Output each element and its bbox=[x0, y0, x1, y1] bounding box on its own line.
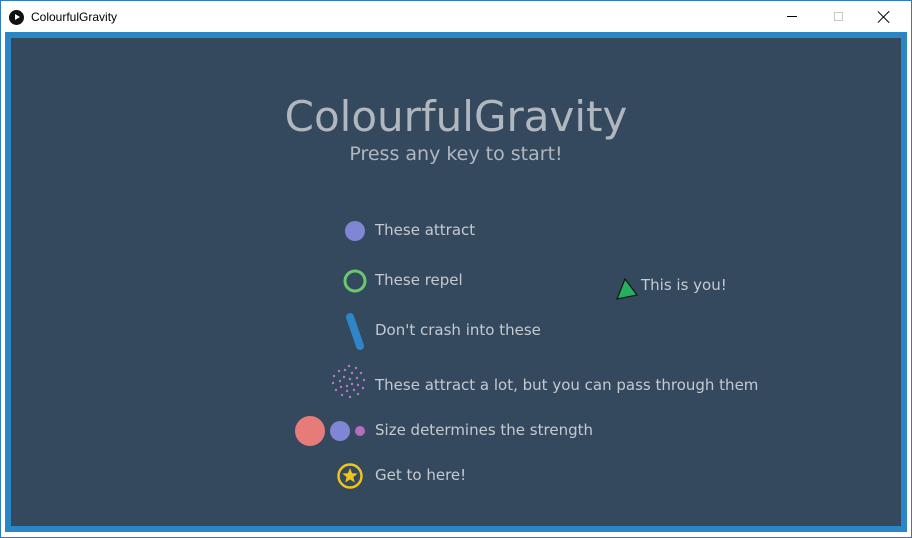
legend-label-vortex: These attract a lot, but you can pass th… bbox=[375, 376, 759, 394]
legend-label-repel: These repel bbox=[375, 271, 463, 289]
size-circles-icon bbox=[295, 416, 365, 446]
medium-circle-icon bbox=[330, 421, 350, 441]
player-label: This is you! bbox=[641, 276, 727, 294]
small-circle-icon bbox=[355, 426, 365, 436]
player-ship-icon bbox=[616, 277, 639, 300]
wall-icon bbox=[346, 313, 364, 350]
legend-label-size: Size determines the strength bbox=[375, 421, 593, 439]
star-goal-icon bbox=[337, 463, 363, 489]
vortex-icon bbox=[331, 364, 366, 399]
attractor-icon bbox=[345, 221, 365, 241]
large-circle-icon bbox=[295, 416, 325, 446]
legend-icons bbox=[295, 221, 639, 489]
legend-label-goal: Get to here! bbox=[375, 466, 467, 484]
legend-label-wall: Don't crash into these bbox=[375, 321, 541, 339]
legend-label-attract: These attract bbox=[375, 221, 476, 239]
repeller-icon bbox=[343, 269, 367, 293]
